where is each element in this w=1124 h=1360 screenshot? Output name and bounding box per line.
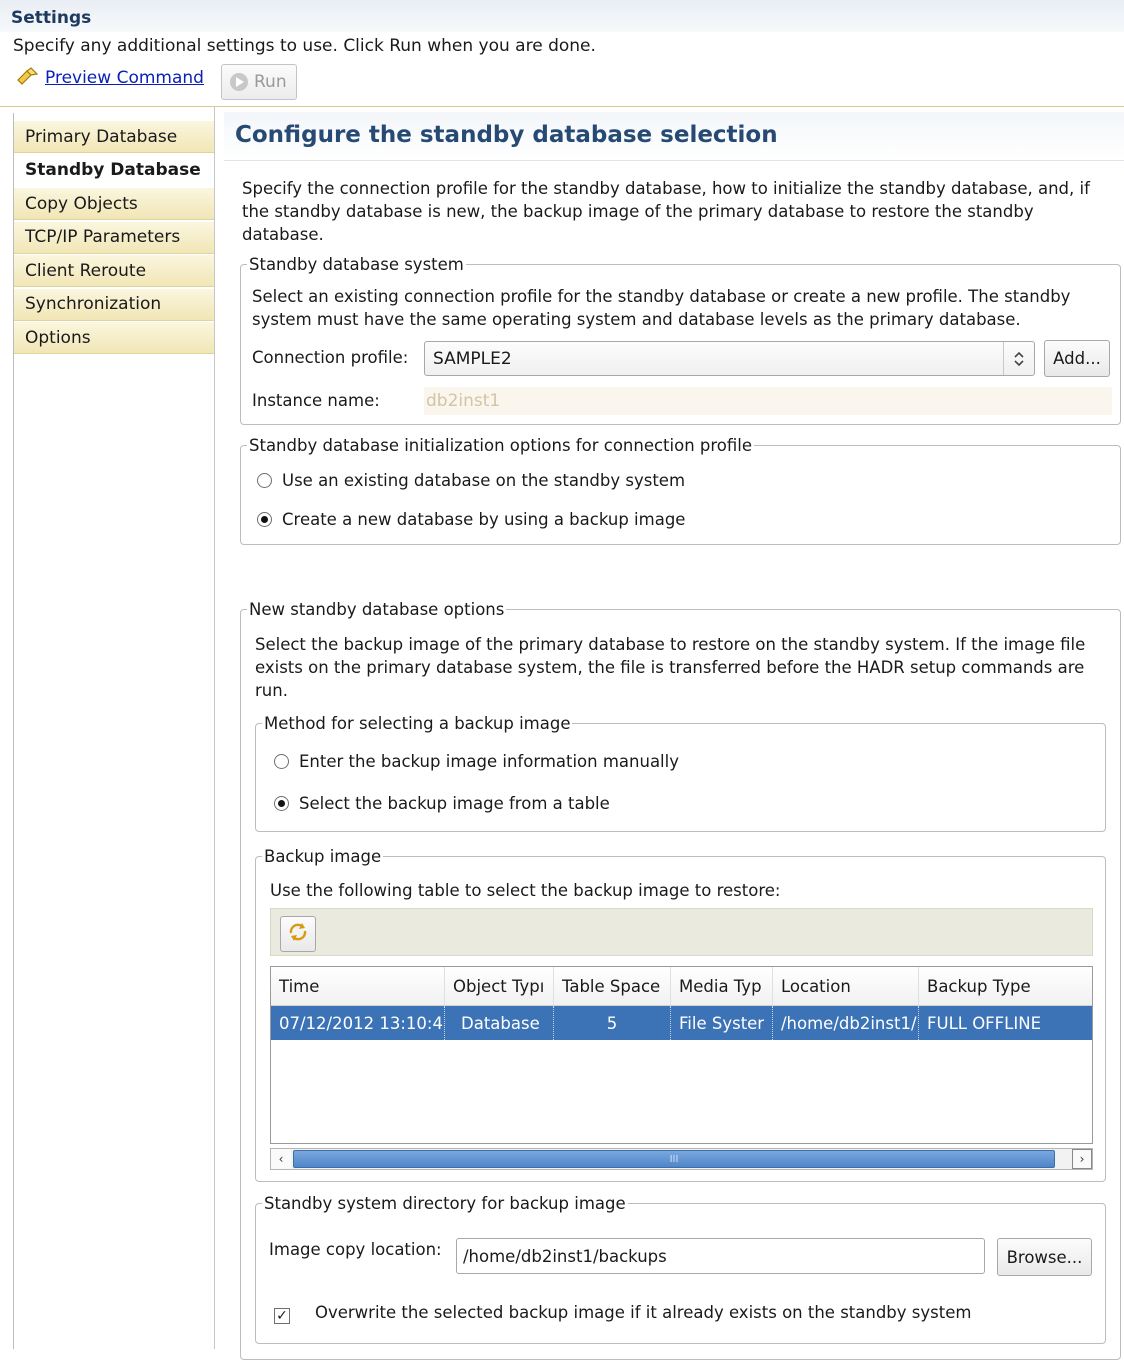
image-copy-location-label: Image copy location: (269, 1240, 442, 1259)
run-button[interactable]: Run (221, 64, 297, 100)
backup-image-description: Use the following table to select the ba… (270, 881, 781, 900)
new-standby-options-legend: New standby database options (249, 600, 505, 619)
sidebar-nav: Primary Database Standby Database Copy O… (14, 121, 214, 356)
intro-text: Specify the connection profile for the s… (242, 177, 1090, 246)
preview-command-link[interactable]: Preview Command (45, 68, 204, 88)
radio-enter-manually[interactable]: Enter the backup image information manua… (274, 752, 679, 771)
chevron-updown-icon (1003, 342, 1034, 375)
sidebar-item-copy-objects[interactable]: Copy Objects (14, 188, 214, 220)
table-toolbar (270, 908, 1093, 956)
image-copy-location-input[interactable]: /home/db2inst1/backups (456, 1238, 985, 1274)
cell-backup-type: FULL OFFLINE (927, 1013, 1041, 1033)
instance-name-field: db2inst1 (424, 387, 1112, 415)
column-header-backup-type[interactable]: Backup Type (919, 967, 1092, 1005)
radio-create-new-database[interactable]: Create a new database by using a backup … (257, 510, 685, 529)
cell-object-type: Database (445, 1006, 554, 1040)
run-label: Run (254, 72, 287, 92)
intro-line: Specify the connection profile for the s… (242, 179, 1090, 198)
backup-image-legend: Backup image (264, 847, 382, 866)
scrollbar-grip: III (669, 1153, 679, 1165)
description-line: Select an existing connection profile fo… (252, 287, 1071, 306)
table-header: Time Object Typı Table Space Media Typ L… (271, 967, 1092, 1006)
radio-button-selected[interactable] (274, 796, 289, 811)
refresh-icon (287, 921, 309, 947)
sidebar-item-synchronization[interactable]: Synchronization (14, 288, 214, 321)
method-legend: Method for selecting a backup image (264, 714, 571, 733)
settings-description: Specify any additional settings to use. … (13, 36, 596, 56)
cell-table-space: 5 (554, 1006, 671, 1040)
radio-button-selected[interactable] (257, 512, 272, 527)
standby-system-legend: Standby database system (249, 255, 464, 274)
refresh-button[interactable] (280, 916, 316, 952)
sidebar-item-tcpip-parameters[interactable]: TCP/IP Parameters (14, 221, 214, 254)
directory-legend: Standby system directory for backup imag… (264, 1194, 626, 1213)
radio-button[interactable] (257, 473, 272, 488)
description-line: Select the backup image of the primary d… (255, 635, 1086, 654)
connection-profile-value: SAMPLE2 (433, 348, 512, 369)
preview-command-icon[interactable] (15, 66, 41, 88)
description-line: system must have the same operating syst… (252, 310, 1021, 329)
add-profile-button[interactable]: Add... (1044, 340, 1110, 377)
column-header-object-type[interactable]: Object Typı (445, 967, 554, 1005)
init-options-legend: Standby database initialization options … (249, 436, 753, 455)
cell-media-type: File Syster (671, 1006, 773, 1040)
scroll-left-icon[interactable]: ‹ (271, 1149, 291, 1169)
overwrite-label: Overwrite the selected backup image if i… (315, 1303, 972, 1322)
page-title: Configure the standby database selection (235, 122, 778, 148)
scrollbar-thumb[interactable]: III (293, 1150, 1055, 1168)
method-group: Method for selecting a backup image (255, 714, 1106, 832)
intro-line: database. (242, 225, 324, 244)
run-icon (230, 73, 248, 91)
radio-use-existing-database[interactable]: Use an existing database on the standby … (257, 471, 685, 490)
table-row[interactable]: 07/12/2012 13:10:4 Database 5 File Syste… (271, 1006, 1092, 1040)
cell-location: /home/db2inst1/ (773, 1006, 919, 1040)
sidebar-item-primary-database[interactable]: Primary Database (14, 121, 214, 153)
description-line: exists on the primary database system, t… (255, 658, 1085, 677)
sidebar-item-options[interactable]: Options (14, 322, 214, 354)
header-band (0, 0, 1124, 32)
checkmark-icon: ✓ (276, 1308, 288, 1324)
connection-profile-label: Connection profile: (252, 348, 409, 367)
cell-time: 07/12/2012 13:10:4 (271, 1006, 445, 1040)
description-line: run. (255, 681, 288, 700)
column-header-media-type[interactable]: Media Typ (671, 967, 773, 1005)
overwrite-checkbox[interactable]: ✓ (274, 1308, 290, 1324)
sidebar-item-client-reroute[interactable]: Client Reroute (14, 255, 214, 287)
column-header-time[interactable]: Time (271, 967, 445, 1005)
new-standby-description: Select the backup image of the primary d… (255, 633, 1085, 702)
standby-system-description: Select an existing connection profile fo… (252, 285, 1070, 331)
radio-label: Create a new database by using a backup … (282, 510, 686, 529)
scroll-right-icon[interactable]: › (1072, 1149, 1092, 1169)
sidebar-border (214, 106, 215, 1349)
backup-image-table: Time Object Typı Table Space Media Typ L… (270, 966, 1093, 1144)
settings-title: Settings (11, 8, 92, 28)
connection-profile-select[interactable]: SAMPLE2 (424, 341, 1035, 376)
column-header-location[interactable]: Location (773, 967, 919, 1005)
radio-button[interactable] (274, 754, 289, 769)
radio-label: Enter the backup image information manua… (299, 752, 679, 771)
header-separator (0, 106, 1124, 107)
column-header-table-space[interactable]: Table Space (554, 967, 671, 1005)
sidebar-item-standby-database[interactable]: Standby Database (14, 154, 214, 187)
radio-select-from-table[interactable]: Select the backup image from a table (274, 794, 610, 813)
intro-line: the standby database is new, the backup … (242, 202, 1034, 221)
table-horizontal-scrollbar[interactable]: ‹ III › (270, 1148, 1093, 1170)
radio-label: Use an existing database on the standby … (282, 471, 686, 490)
radio-label: Select the backup image from a table (299, 794, 610, 813)
browse-button[interactable]: Browse... (997, 1238, 1092, 1276)
instance-name-label: Instance name: (252, 391, 380, 410)
